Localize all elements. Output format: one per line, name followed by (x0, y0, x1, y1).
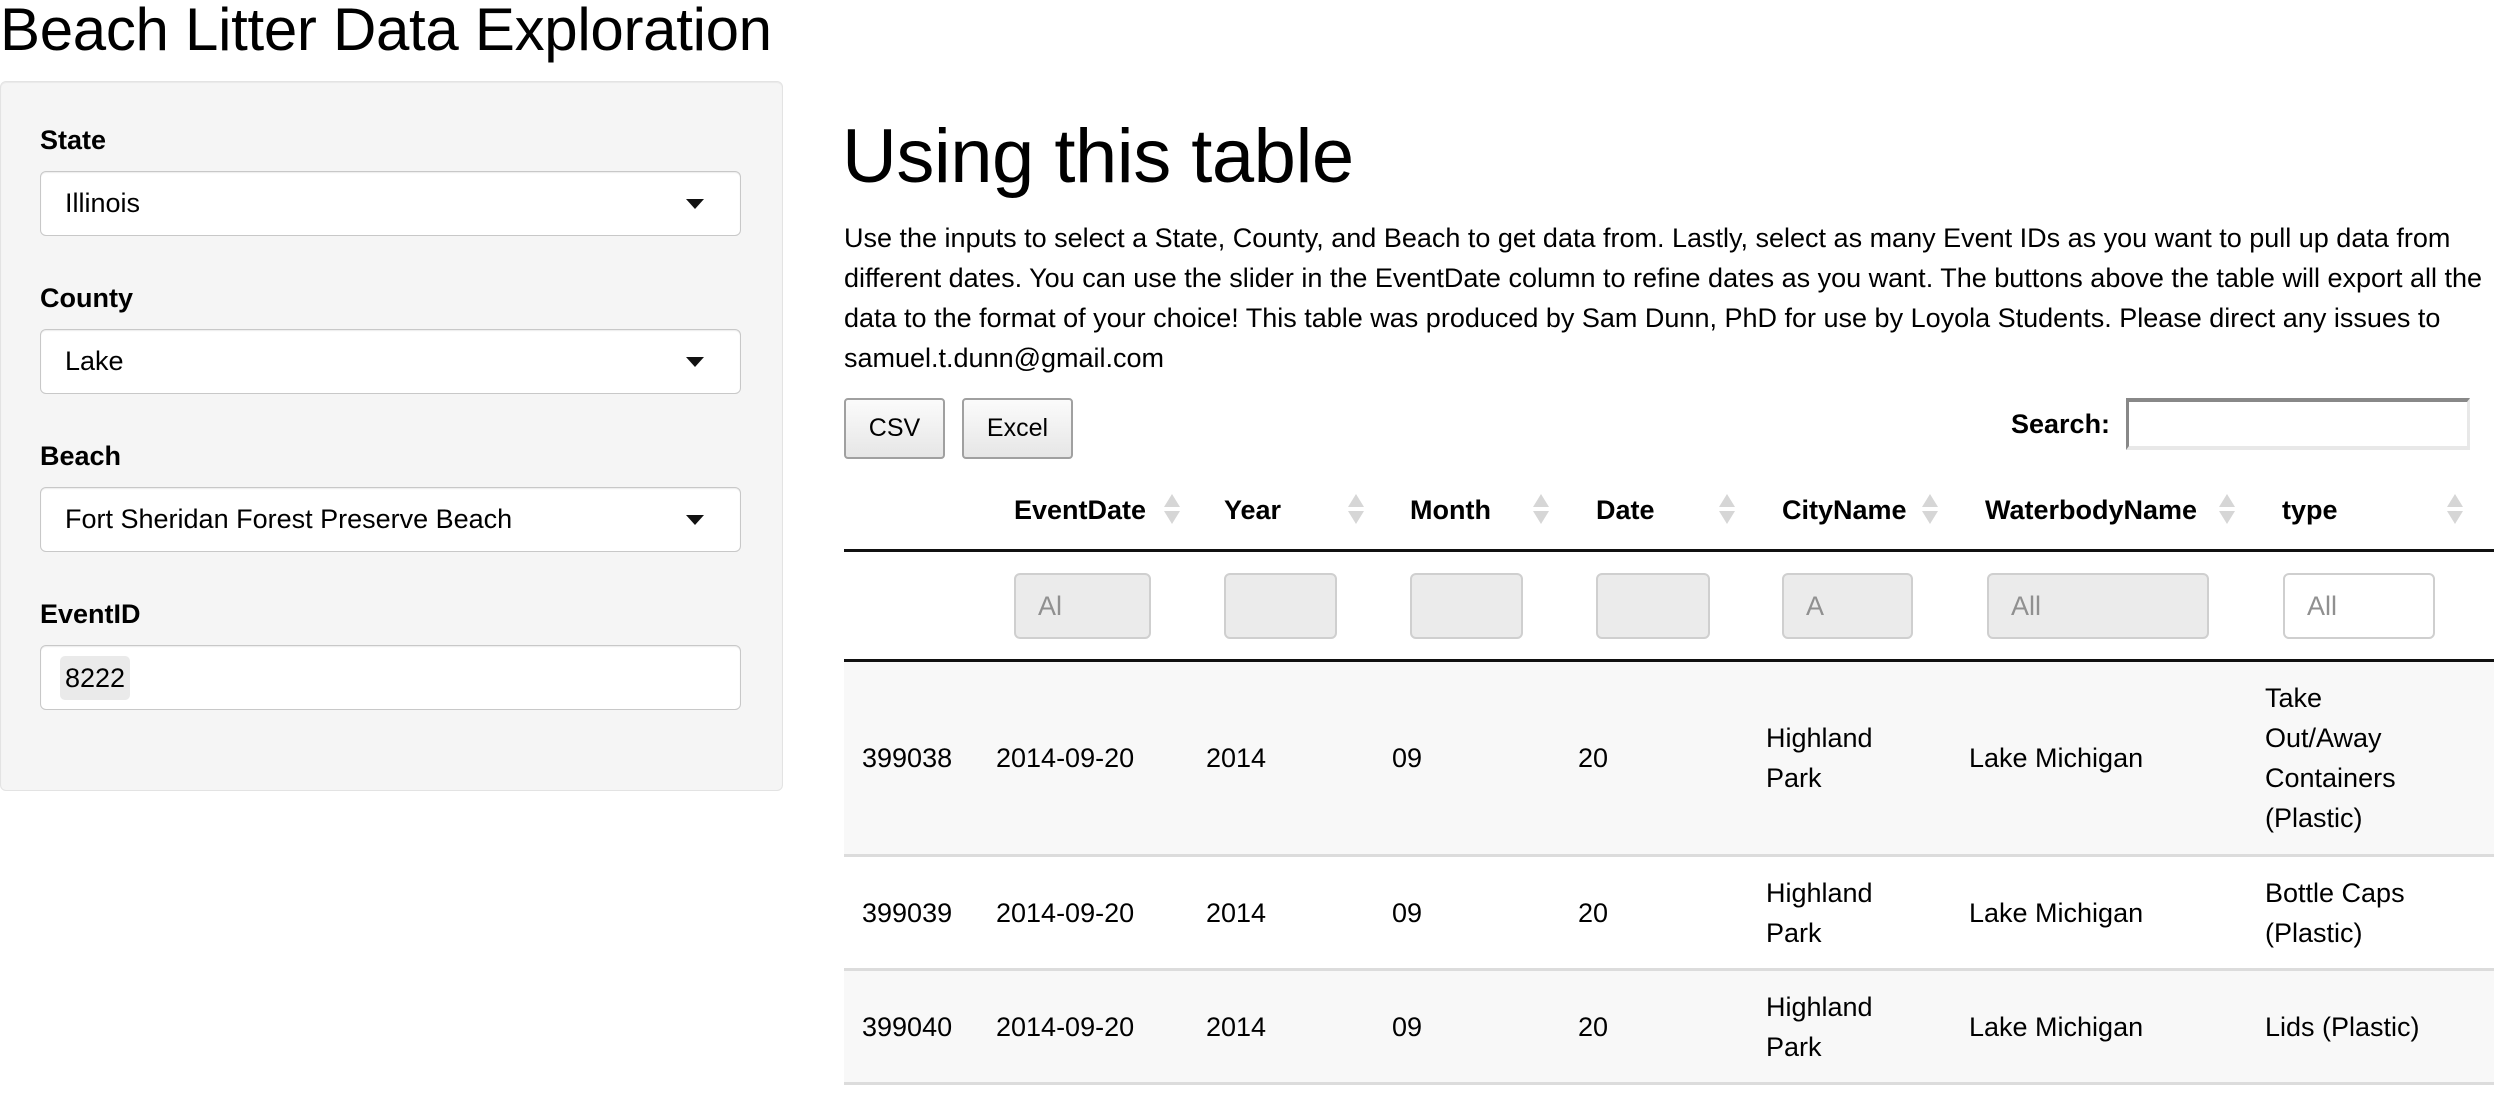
cell-date: 20 (1578, 897, 1609, 928)
export-excel-button[interactable]: Excel (962, 398, 1073, 459)
eventid-multiselect[interactable]: 8222 (40, 645, 741, 710)
cell-waterbodyname: Lake Michigan (1969, 743, 2144, 773)
filter-eventdate[interactable]: Al (1014, 573, 1151, 639)
cell-id: 399040 (862, 1011, 953, 1042)
cell-eventdate: 2014-09-20 (996, 897, 1135, 928)
beach-select[interactable]: Fort Sheridan Forest Preserve Beach (40, 487, 741, 552)
cell-type: Lids (Plastic) (2265, 1011, 2420, 1042)
cell-year: 2014 (1206, 743, 1267, 773)
filter-year[interactable] (1224, 573, 1337, 639)
filter-type[interactable]: All (2283, 573, 2435, 639)
sort-both-icon[interactable] (2447, 494, 2463, 526)
eventid-label: EventID (40, 599, 141, 629)
cell-cityname: Highland Park (1766, 723, 1873, 793)
intro-paragraph: Use the inputs to select a State, County… (844, 223, 2483, 373)
cell-eventdate: 2014-09-20 (996, 743, 1135, 773)
chevron-down-icon (686, 357, 704, 367)
filter-date[interactable] (1596, 573, 1710, 639)
cell-waterbodyname: Lake Michigan (1969, 897, 2144, 928)
county-label: County (40, 283, 133, 313)
cell-waterbodyname: Lake Michigan (1969, 1011, 2144, 1042)
cell-month: 09 (1392, 743, 1423, 773)
cell-id: 399038 (862, 743, 953, 773)
cell-year: 2014 (1206, 1011, 1267, 1042)
sort-both-icon[interactable] (1533, 494, 1549, 526)
cell-id: 399039 (862, 897, 953, 928)
county-select[interactable]: Lake (40, 329, 741, 394)
export-csv-button[interactable]: CSV (844, 398, 945, 459)
sort-both-icon[interactable] (2219, 494, 2235, 526)
state-select-value: Illinois (65, 188, 141, 218)
search-label: Search: (2011, 409, 2111, 439)
app-title: Beach Litter Data Exploration (0, 0, 772, 63)
cell-year: 2014 (1206, 897, 1267, 928)
state-select[interactable]: Illinois (40, 171, 741, 236)
column-header-type[interactable]: type (2282, 490, 2338, 530)
cell-type: Bottle Caps (Plastic) (2265, 877, 2405, 948)
header-divider (844, 549, 2494, 552)
state-label: State (40, 125, 107, 155)
table-row[interactable]: 399040 2014-09-20 2014 09 20 Highland Pa… (844, 971, 2494, 1085)
beach-select-value: Fort Sheridan Forest Preserve Beach (65, 504, 513, 534)
section-heading: Using this table (842, 114, 1354, 199)
column-header-eventdate[interactable]: EventDate (1014, 490, 1146, 530)
column-header-date[interactable]: Date (1596, 490, 1655, 530)
cell-eventdate: 2014-09-20 (996, 1011, 1135, 1042)
table-row[interactable]: 399038 2014-09-20 2014 09 20 Highland Pa… (844, 662, 2494, 857)
cell-type: Take Out/Away Containers (Plastic) (2265, 683, 2396, 833)
county-select-value: Lake (65, 346, 124, 376)
filter-waterbodyname[interactable]: All (1987, 573, 2209, 639)
column-header-month[interactable]: Month (1410, 490, 1491, 530)
eventid-chip[interactable]: 8222 (60, 656, 131, 700)
cell-cityname: Highland Park (1766, 991, 1873, 1062)
search-input[interactable] (2126, 398, 2470, 450)
chevron-down-icon (686, 199, 704, 209)
filter-cityname[interactable]: A (1782, 573, 1913, 639)
sort-both-icon[interactable] (1719, 494, 1735, 526)
column-header-waterbodyname[interactable]: WaterbodyName (1985, 490, 2197, 530)
cell-month: 09 (1392, 1011, 1423, 1042)
column-header-cityname[interactable]: CityName (1782, 490, 1907, 530)
cell-date: 20 (1578, 743, 1609, 773)
column-header-year[interactable]: Year (1224, 490, 1281, 530)
cell-month: 09 (1392, 897, 1423, 928)
cell-date: 20 (1578, 1011, 1609, 1042)
sort-both-icon[interactable] (1922, 494, 1938, 526)
table-row[interactable]: 399039 2014-09-20 2014 09 20 Highland Pa… (844, 857, 2494, 971)
sort-both-icon[interactable] (1164, 494, 1180, 526)
filter-month[interactable] (1410, 573, 1523, 639)
cell-cityname: Highland Park (1766, 877, 1873, 948)
chevron-down-icon (686, 515, 704, 525)
sort-both-icon[interactable] (1348, 494, 1364, 526)
beach-label: Beach (40, 441, 122, 471)
